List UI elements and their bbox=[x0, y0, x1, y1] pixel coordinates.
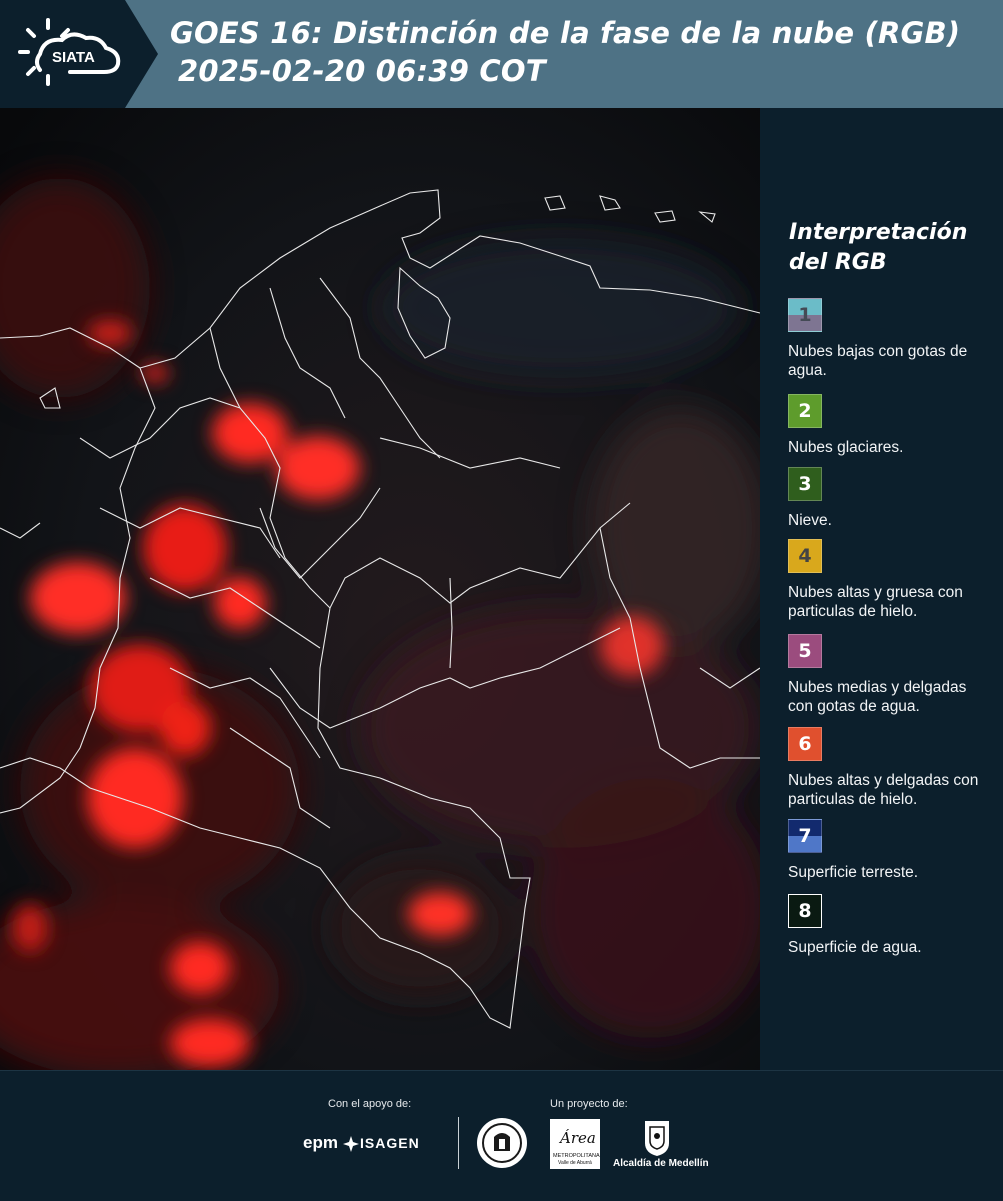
area-metropolitana-logo: Área METROPOLITANA Valle de Aburrá bbox=[550, 1119, 600, 1169]
legend-number-1: 1 bbox=[798, 304, 812, 326]
title-line-2: 2025-02-20 06:39 COT bbox=[178, 54, 546, 88]
legend-item-8: 8 Superficie de agua. bbox=[788, 894, 993, 957]
legend-number-3: 3 bbox=[798, 473, 812, 495]
footer-divider bbox=[458, 1117, 459, 1169]
svg-text:METROPOLITANA: METROPOLITANA bbox=[553, 1153, 600, 1159]
svg-text:Área: Área bbox=[558, 1129, 596, 1147]
legend-item-4: 4 Nubes altas y gruesa con particulas de… bbox=[788, 539, 993, 621]
isagen-logo-icon bbox=[343, 1136, 359, 1152]
header-bar: SIATA GOES 16: Distinción de la fase de … bbox=[0, 0, 1003, 108]
legend-swatch-4: 4 bbox=[788, 539, 822, 573]
legend-number-2: 2 bbox=[798, 400, 812, 422]
legend-number-7: 7 bbox=[798, 825, 812, 847]
map-image bbox=[0, 108, 760, 1070]
legend-swatch-3: 3 bbox=[788, 467, 822, 501]
legend-number-6: 6 bbox=[798, 733, 812, 755]
legend-title-line-2: del RGB bbox=[789, 250, 887, 275]
legend-number-8: 8 bbox=[798, 900, 812, 922]
legend-label-1: Nubes bajas con gotas de agua. bbox=[788, 343, 968, 379]
university-seal-icon bbox=[477, 1118, 527, 1168]
svg-text:Valle de Aburrá: Valle de Aburrá bbox=[558, 1160, 592, 1166]
legend-label-8: Superficie de agua. bbox=[788, 939, 922, 956]
legend-swatch-6: 6 bbox=[788, 727, 822, 761]
legend-item-5: 5 Nubes medias y delgadas con gotas de a… bbox=[788, 634, 993, 716]
isagen-logo: ISAGEN bbox=[360, 1135, 420, 1151]
legend-swatch-1: 1 bbox=[788, 298, 822, 332]
legend-item-3: 3 Nieve. bbox=[788, 467, 993, 530]
footer-sponsors: Con el apoyo de: Un proyecto de: epm ISA… bbox=[0, 1070, 1003, 1201]
legend-label-5: Nubes medias y delgadas con gotas de agu… bbox=[788, 679, 967, 715]
legend-label-6: Nubes altas y delgadas con particulas de… bbox=[788, 772, 979, 808]
page-title: GOES 16: Distinción de la fase de la nub… bbox=[170, 14, 960, 90]
siata-logo-text: SIATA bbox=[52, 49, 95, 66]
legend-swatch-5: 5 bbox=[788, 634, 822, 668]
legend-item-6: 6 Nubes altas y delgadas con particulas … bbox=[788, 727, 993, 809]
legend-label-7: Superficie terreste. bbox=[788, 864, 919, 881]
legend-item-2: 2 Nubes glaciares. bbox=[788, 394, 993, 457]
siata-logo-panel: SIATA bbox=[0, 0, 158, 108]
legend-label-2: Nubes glaciares. bbox=[788, 439, 904, 456]
legend-number-5: 5 bbox=[798, 640, 812, 662]
epm-logo: epm bbox=[303, 1133, 338, 1152]
alcaldia-label: Alcaldía de Medellín bbox=[613, 1158, 709, 1169]
legend-label-3: Nieve. bbox=[788, 512, 832, 529]
legend-swatch-7: 7 bbox=[788, 819, 822, 853]
legend-swatch-2: 2 bbox=[788, 394, 822, 428]
legend-title: Interpretación del RGB bbox=[789, 218, 967, 278]
project-label: Un proyecto de: bbox=[550, 1098, 628, 1110]
title-line-1: GOES 16: Distinción de la fase de la nub… bbox=[170, 16, 961, 50]
legend-title-line-1: Interpretación bbox=[789, 220, 968, 245]
legend-label-4: Nubes altas y gruesa con particulas de h… bbox=[788, 584, 963, 620]
legend-panel: Interpretación del RGB 1 Nubes bajas con… bbox=[760, 108, 1003, 1070]
legend-number-4: 4 bbox=[798, 545, 812, 567]
legend-item-1: 1 Nubes bajas con gotas de agua. bbox=[788, 298, 993, 380]
legend-swatch-8: 8 bbox=[788, 894, 822, 928]
support-label: Con el apoyo de: bbox=[328, 1098, 412, 1110]
medellin-shield-icon bbox=[645, 1121, 669, 1156]
legend-item-7: 7 Superficie terreste. bbox=[788, 819, 993, 882]
satellite-rgb-map bbox=[0, 108, 760, 1070]
